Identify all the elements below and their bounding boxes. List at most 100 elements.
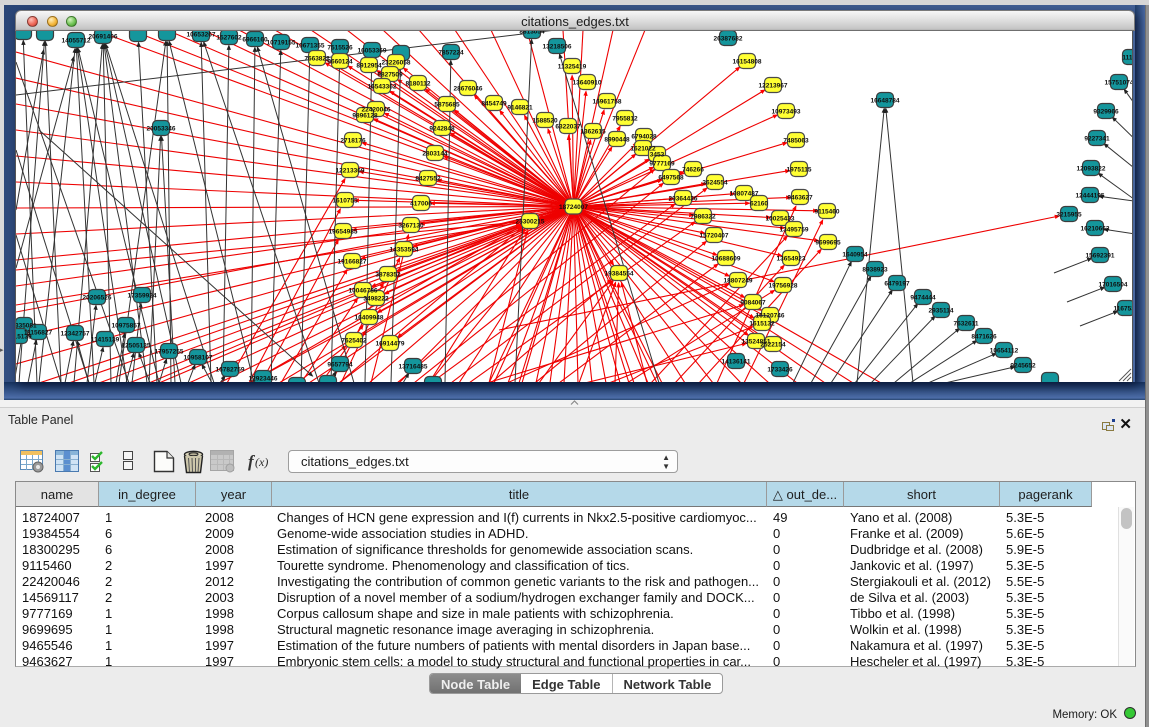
svg-text:7515526: 7515526	[327, 44, 353, 51]
svg-text:20364436: 20364436	[669, 195, 698, 202]
svg-text:9227341: 9227341	[1084, 135, 1110, 142]
svg-text:12505135: 12505135	[122, 342, 151, 349]
svg-text:14136141: 14136141	[722, 358, 751, 365]
svg-text:16543362: 16543362	[368, 83, 397, 90]
svg-text:1588520: 1588520	[532, 117, 558, 124]
svg-text:13640910: 13640910	[573, 79, 602, 86]
svg-text:10719155: 10719155	[267, 39, 296, 46]
svg-text:9827509: 9827509	[377, 71, 403, 78]
svg-text:13716485: 13716485	[399, 363, 428, 370]
svg-text:17359924: 17359924	[128, 292, 157, 299]
svg-text:8813054: 8813054	[519, 31, 545, 35]
svg-text:1527602: 1527602	[216, 34, 242, 41]
svg-text:9146821: 9146821	[507, 104, 533, 111]
svg-text:10807487: 10807487	[730, 190, 759, 197]
svg-text:20691406: 20691406	[89, 33, 118, 40]
svg-text:23226058: 23226058	[382, 59, 411, 66]
svg-text:8471626: 8471626	[971, 333, 997, 340]
svg-text:(x): (x)	[255, 455, 268, 469]
svg-text:7955812: 7955812	[612, 115, 638, 122]
svg-text:16409948: 16409948	[355, 314, 384, 321]
svg-text:6966160: 6966160	[242, 36, 268, 43]
svg-text:19166827: 19166827	[338, 258, 367, 265]
svg-text:18724007: 18724007	[559, 204, 588, 211]
svg-text:13495759: 13495759	[780, 226, 809, 233]
svg-text:14353594: 14353594	[390, 246, 419, 253]
svg-text:8180112: 8180112	[406, 80, 431, 87]
svg-text:20053346: 20053346	[147, 125, 176, 132]
svg-text:6479197: 6479197	[884, 280, 910, 287]
svg-text:11325419: 11325419	[558, 63, 587, 70]
svg-text:28676046: 28676046	[454, 85, 483, 92]
svg-text:10973493: 10973493	[772, 108, 801, 115]
svg-text:9245652: 9245652	[1010, 362, 1036, 369]
svg-text:10046786: 10046786	[349, 287, 378, 294]
svg-text:16648784: 16648784	[871, 97, 900, 104]
svg-text:8990448: 8990448	[604, 136, 630, 143]
svg-text:17957255: 17957255	[155, 348, 184, 355]
svg-text:13654923: 13654923	[777, 255, 806, 262]
svg-text:9115460: 9115460	[815, 208, 840, 215]
svg-text:6322037: 6322037	[555, 123, 581, 130]
svg-text:10958107: 10958107	[184, 354, 213, 361]
svg-text:12093822: 12093822	[1077, 165, 1106, 172]
svg-text:16914479: 16914479	[376, 340, 405, 347]
svg-text:2522154: 2522154	[760, 341, 786, 348]
svg-text:15692391: 15692391	[1086, 252, 1115, 259]
svg-text:7632611: 7632611	[954, 320, 979, 327]
svg-text:11415139: 11415139	[91, 336, 120, 343]
svg-text:15720407: 15720407	[700, 232, 729, 239]
svg-text:14055712: 14055712	[62, 37, 91, 44]
svg-text:15751074: 15751074	[1105, 79, 1133, 86]
svg-text:10654112: 10654112	[990, 347, 1019, 354]
svg-text:12213967: 12213967	[759, 82, 788, 89]
svg-text:3624554: 3624554	[702, 179, 728, 186]
svg-text:9699695: 9699695	[815, 239, 841, 246]
svg-text:62160: 62160	[750, 200, 768, 207]
svg-text:9084067: 9084067	[740, 299, 766, 306]
svg-text:10671355: 10671355	[296, 42, 325, 49]
svg-text:2718176: 2718176	[340, 137, 366, 144]
svg-text:9660124: 9660124	[327, 58, 353, 65]
svg-text:3267130: 3267130	[398, 222, 424, 229]
svg-text:19384554: 19384554	[605, 270, 634, 277]
svg-text:5875685: 5875685	[434, 101, 460, 108]
svg-text:1733426: 1733426	[767, 366, 793, 373]
svg-text:8912954: 8912954	[356, 62, 382, 69]
svg-text:7625402: 7625402	[341, 337, 367, 344]
svg-text:10975857: 10975857	[112, 322, 141, 329]
svg-text:3453: 3453	[650, 151, 665, 158]
svg-text:1640954: 1640954	[842, 251, 868, 258]
svg-text:16210663: 16210663	[1081, 225, 1110, 232]
svg-text:10653267: 10653267	[187, 31, 216, 38]
svg-text:10688609: 10688609	[712, 255, 741, 262]
svg-text:1615132: 1615132	[749, 320, 775, 327]
svg-text:7857224: 7857224	[438, 49, 464, 56]
svg-text:8454749: 8454749	[481, 100, 507, 107]
svg-text:9242848: 9242848	[429, 125, 455, 132]
svg-text:12923446: 12923446	[249, 375, 278, 382]
svg-text:16053369: 16053369	[358, 47, 387, 54]
svg-text:12342757: 12342757	[61, 330, 90, 337]
svg-text:7485063: 7485063	[783, 137, 809, 144]
svg-text:9474444: 9474444	[910, 294, 936, 301]
svg-text:7986322: 7986322	[690, 213, 716, 220]
svg-text:12444195: 12444195	[1076, 192, 1105, 199]
svg-text:9463627: 9463627	[787, 194, 813, 201]
svg-text:16961758: 16961758	[593, 98, 622, 105]
svg-text:10025433: 10025433	[766, 215, 795, 222]
svg-text:16154808: 16154808	[733, 58, 762, 65]
svg-text:19654985: 19654985	[329, 228, 358, 235]
svg-text:11123: 11123	[1122, 54, 1133, 61]
svg-text:1167531: 1167531	[1114, 305, 1133, 312]
svg-text:746266: 746266	[682, 166, 704, 173]
svg-text:2803144: 2803144	[422, 150, 448, 157]
svg-text:11156827: 11156827	[24, 329, 53, 336]
svg-text:9657794: 9657794	[327, 361, 353, 368]
svg-text:13218506: 13218506	[543, 43, 572, 50]
svg-text:16782759: 16782759	[216, 366, 245, 373]
svg-text:17016504: 17016504	[1099, 281, 1128, 288]
svg-text:3498222: 3498222	[363, 295, 389, 302]
svg-text:3878352: 3878352	[375, 271, 401, 278]
svg-text:1362615: 1362615	[580, 128, 606, 135]
